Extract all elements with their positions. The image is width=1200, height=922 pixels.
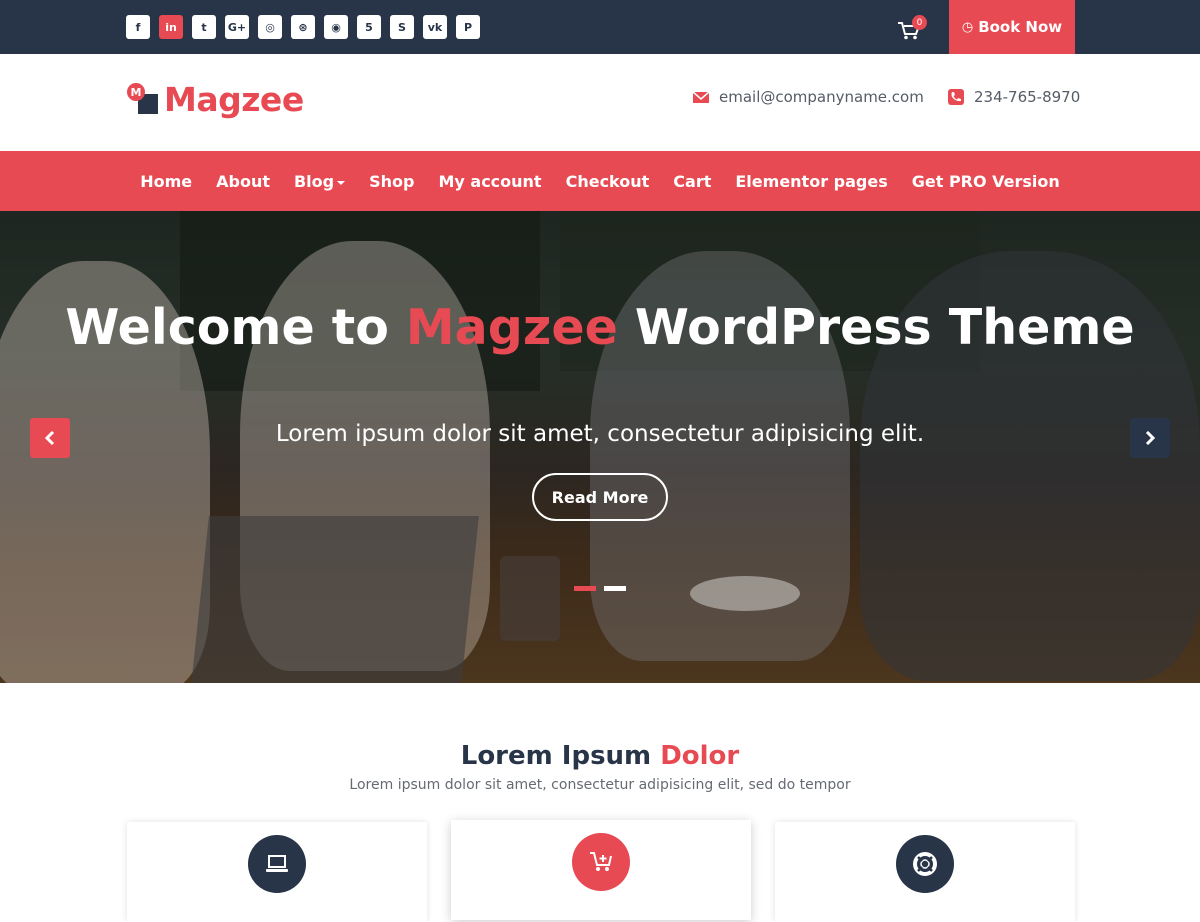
svg-text:M: M — [131, 86, 142, 99]
github-icon[interactable]: ◉ — [324, 15, 348, 39]
book-now-label: Book Now — [978, 18, 1063, 36]
nav-item-label: Home — [140, 171, 193, 191]
nav-item-get-pro-version[interactable]: Get PRO Version — [900, 172, 1072, 191]
nav-item-blog[interactable]: Blog — [282, 172, 357, 191]
photo-cup — [500, 556, 560, 641]
lifebuoy-icon — [896, 835, 954, 893]
feature-card — [451, 820, 751, 920]
caret-down-icon — [337, 181, 346, 185]
feature-card — [775, 822, 1075, 922]
slider-dot-2[interactable] — [604, 586, 626, 591]
vk-icon[interactable]: vk — [423, 15, 447, 39]
facebook-icon[interactable]: f — [126, 15, 150, 39]
chevron-right-icon — [1145, 431, 1156, 445]
phone-icon — [948, 89, 964, 105]
instagram-icon[interactable]: ◎ — [258, 15, 282, 39]
read-more-button[interactable]: Read More — [532, 473, 668, 521]
logo-text: Magzee — [164, 80, 304, 119]
laptop-icon — [248, 835, 306, 893]
nav-item-cart[interactable]: Cart — [661, 172, 723, 191]
nav-item-label: Checkout — [565, 171, 650, 191]
photo-saucer — [690, 576, 800, 611]
slider-dots — [574, 586, 626, 591]
twitter-icon[interactable]: t — [192, 15, 216, 39]
nav-item-label: Cart — [673, 171, 712, 191]
nav-item-shop[interactable]: Shop — [357, 172, 426, 191]
nav-item-label: Shop — [369, 171, 415, 191]
linkedin-icon[interactable]: in — [159, 15, 183, 39]
section-title: Lorem Ipsum Dolor — [460, 741, 740, 771]
cart-count-badge: 0 — [912, 15, 927, 30]
cart-add-icon — [572, 833, 630, 891]
nav-item-label: Blog — [293, 171, 335, 191]
section-subtitle: Lorem ipsum dolor sit amet, consectetur … — [349, 777, 851, 793]
nav-item-checkout[interactable]: Checkout — [554, 172, 662, 191]
email-text: email@companyname.com — [719, 88, 924, 106]
nav-item-label: My account — [438, 171, 542, 191]
slider-next-button[interactable] — [1130, 418, 1170, 458]
nav-item-home[interactable]: Home — [128, 172, 204, 191]
logo-mark-icon: M — [126, 82, 162, 118]
phone-text: 234-765-8970 — [974, 88, 1081, 106]
site-logo[interactable]: M Magzee — [126, 80, 304, 119]
nav-item-my-account[interactable]: My account — [426, 172, 553, 191]
nav-item-label: About — [216, 171, 270, 191]
envelope-icon — [693, 91, 709, 103]
nav-item-elementor-pages[interactable]: Elementor pages — [723, 172, 899, 191]
dribbble-icon[interactable]: ⊛ — [291, 15, 315, 39]
slider-dot-1[interactable] — [574, 586, 596, 591]
slider-prev-button[interactable] — [30, 418, 70, 458]
html5-icon[interactable]: 5 — [357, 15, 381, 39]
header-phone[interactable]: 234-765-8970 — [948, 88, 1080, 106]
skype-icon[interactable]: S — [390, 15, 414, 39]
nav-item-label: Elementor pages — [735, 171, 888, 191]
hero-title: Welcome to Magzee WordPress Theme — [65, 299, 1135, 356]
feature-card — [127, 822, 427, 922]
header-email[interactable]: email@companyname.com — [693, 88, 924, 106]
chevron-left-icon — [44, 431, 55, 445]
nav-item-about[interactable]: About — [204, 172, 282, 191]
social-links: f in t G+ ◎ ⊛ ◉ 5 Svk P — [126, 15, 480, 39]
pinterest-icon[interactable]: P — [456, 15, 480, 39]
hero-slider: Welcome to Magzee WordPress Theme Lorem … — [0, 211, 1200, 683]
clock-icon: ◷ — [961, 19, 974, 35]
google-plus-icon[interactable]: G+ — [225, 15, 249, 39]
photo-laptop — [191, 516, 479, 683]
nav-item-label: Get PRO Version — [911, 171, 1060, 191]
book-now-button[interactable]: ◷ Book Now — [949, 0, 1075, 54]
main-nav: Home About Blog Shop My account Checkout Cart E… — [0, 151, 1200, 211]
top-bar: f in t G+ ◎ ⊛ ◉ 5 Svk P 0 ◷ Book Now — [0, 0, 1200, 54]
hero-subtitle: Lorem ipsum dolor sit amet, consectetur … — [275, 421, 925, 447]
